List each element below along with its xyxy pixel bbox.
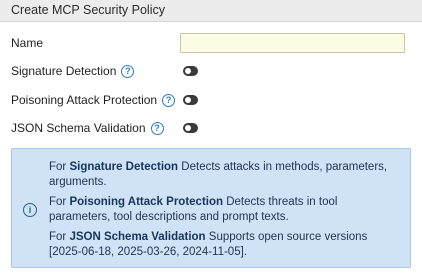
info-item-signature-detection: For Signature Detection Detects attacks … bbox=[49, 160, 389, 189]
signature-detection-row: Signature Detection ? bbox=[11, 64, 135, 78]
json-schema-validation-label: JSON Schema Validation bbox=[11, 121, 146, 135]
signature-detection-label: Signature Detection bbox=[11, 64, 117, 78]
info-circle-icon: i bbox=[23, 203, 37, 217]
info-prefix: For bbox=[49, 196, 67, 208]
signature-detection-help-icon[interactable]: ? bbox=[121, 64, 135, 78]
info-box: i For Signature Detection Detects attack… bbox=[11, 148, 411, 268]
dialog-title: Create MCP Security Policy bbox=[0, 0, 422, 22]
signature-detection-toggle[interactable] bbox=[183, 66, 198, 76]
poisoning-attack-protection-label: Poisoning Attack Protection bbox=[11, 93, 158, 107]
info-item-json-schema-validation: For JSON Schema Validation Supports open… bbox=[49, 230, 389, 259]
info-term: JSON Schema Validation bbox=[69, 231, 206, 243]
name-input[interactable] bbox=[180, 33, 405, 53]
poisoning-attack-protection-toggle[interactable] bbox=[183, 95, 198, 105]
poisoning-attack-protection-help-icon[interactable]: ? bbox=[162, 93, 176, 107]
name-label-text: Name bbox=[11, 36, 44, 50]
create-mcp-security-policy-dialog: Create MCP Security Policy Name Signatur… bbox=[0, 0, 422, 279]
info-prefix: For bbox=[49, 161, 67, 173]
name-label: Name bbox=[11, 36, 43, 50]
json-schema-validation-toggle[interactable] bbox=[183, 123, 198, 133]
info-term: Poisoning Attack Protection bbox=[69, 196, 224, 208]
info-item-poisoning-attack-protection: For Poisoning Attack Protection Detects … bbox=[49, 195, 389, 224]
info-term: Signature Detection bbox=[69, 161, 179, 173]
toggle-knob bbox=[185, 97, 191, 103]
toggle-knob bbox=[185, 68, 191, 74]
poisoning-attack-protection-row: Poisoning Attack Protection ? bbox=[11, 93, 176, 107]
toggle-knob bbox=[185, 125, 191, 131]
info-prefix: For bbox=[49, 231, 67, 243]
json-schema-validation-row: JSON Schema Validation ? bbox=[11, 121, 164, 135]
json-schema-validation-help-icon[interactable]: ? bbox=[150, 121, 164, 135]
